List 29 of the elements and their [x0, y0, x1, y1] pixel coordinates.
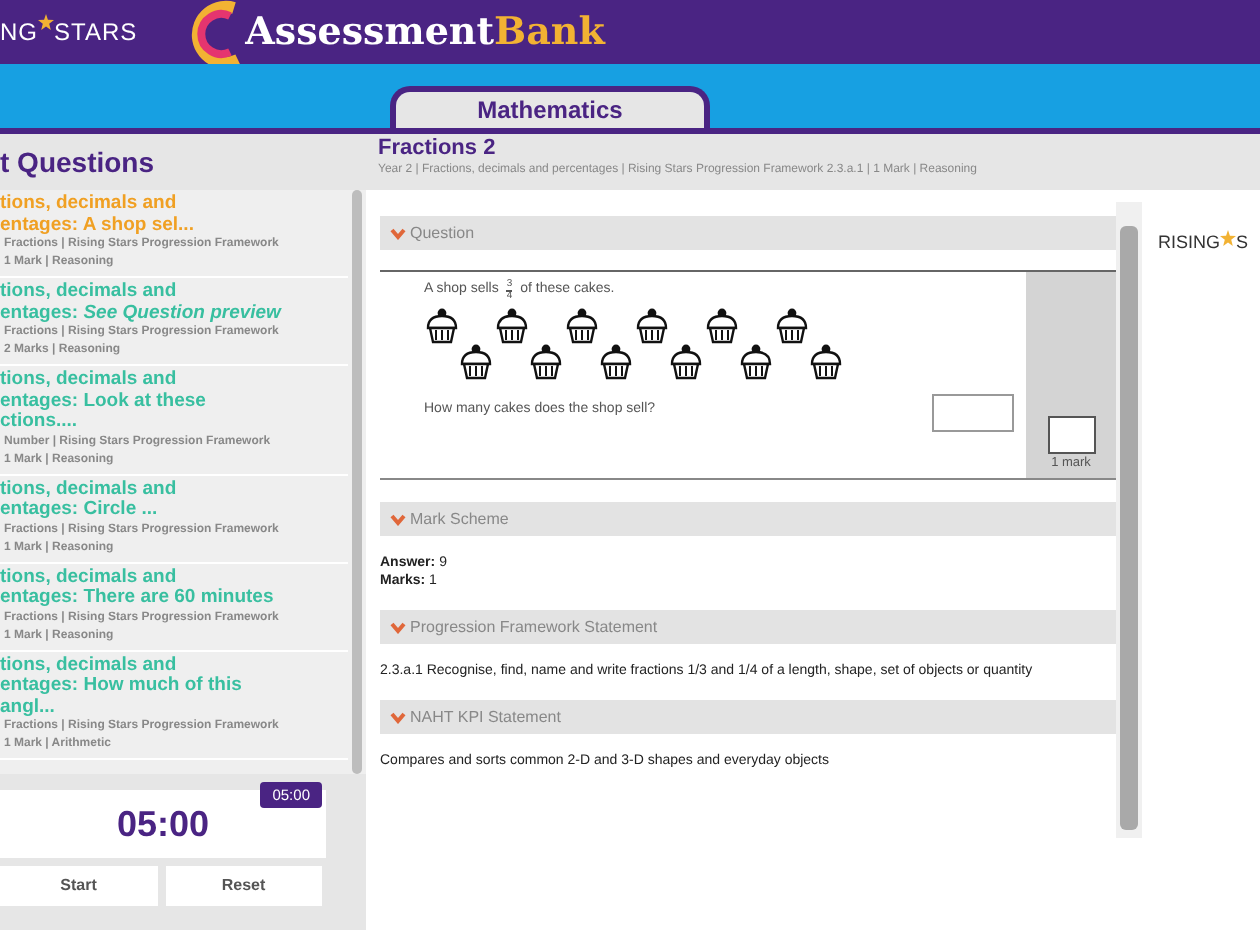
section-header[interactable]: Progression Framework Statement — [380, 610, 1116, 644]
logo-text: RISING S — [1156, 228, 1249, 256]
timer-button[interactable]: Reset — [165, 866, 322, 906]
star-icon — [1220, 230, 1237, 246]
star-icon — [38, 14, 54, 30]
question-title: tions, decimals and entages: There are 60 minutes — [0, 567, 276, 609]
question-title: tions, decimals and entages: See Question preview — [0, 282, 284, 324]
scrollbar[interactable] — [352, 190, 362, 774]
section-header[interactable]: Question — [380, 216, 1116, 250]
question-title: Fractions 2 — [378, 136, 498, 162]
question-title: tions, decimals and entages: Circle ... — [0, 479, 179, 521]
question-title: tions, decimals and entages: A shop sel... — [0, 194, 196, 236]
brand-title: AssessmentBank — [245, 7, 605, 58]
timer-display: 05:00 — [116, 801, 210, 847]
panel-title: t Questions — [0, 144, 157, 182]
subject-tab[interactable]: Mathematics — [390, 86, 710, 128]
question-title: tions, decimals and entages: How much of this angl... — [0, 655, 244, 718]
section-header[interactable]: Mark Scheme — [380, 502, 1116, 536]
logo-text: NG STARS — [0, 14, 138, 50]
mark-box — [1047, 416, 1095, 455]
chevron-icon — [390, 711, 406, 723]
answer-box[interactable] — [932, 394, 1014, 432]
question-title: tions, decimals and entages: Look at these ctions.... — [0, 370, 208, 433]
chevron-icon — [390, 227, 406, 239]
scrollbar[interactable] — [1120, 226, 1138, 830]
chevron-icon — [390, 621, 406, 633]
timer-button[interactable]: Start — [0, 866, 157, 906]
section-header[interactable]: NAHT KPI Statement — [380, 700, 1116, 734]
chevron-icon — [390, 513, 406, 525]
